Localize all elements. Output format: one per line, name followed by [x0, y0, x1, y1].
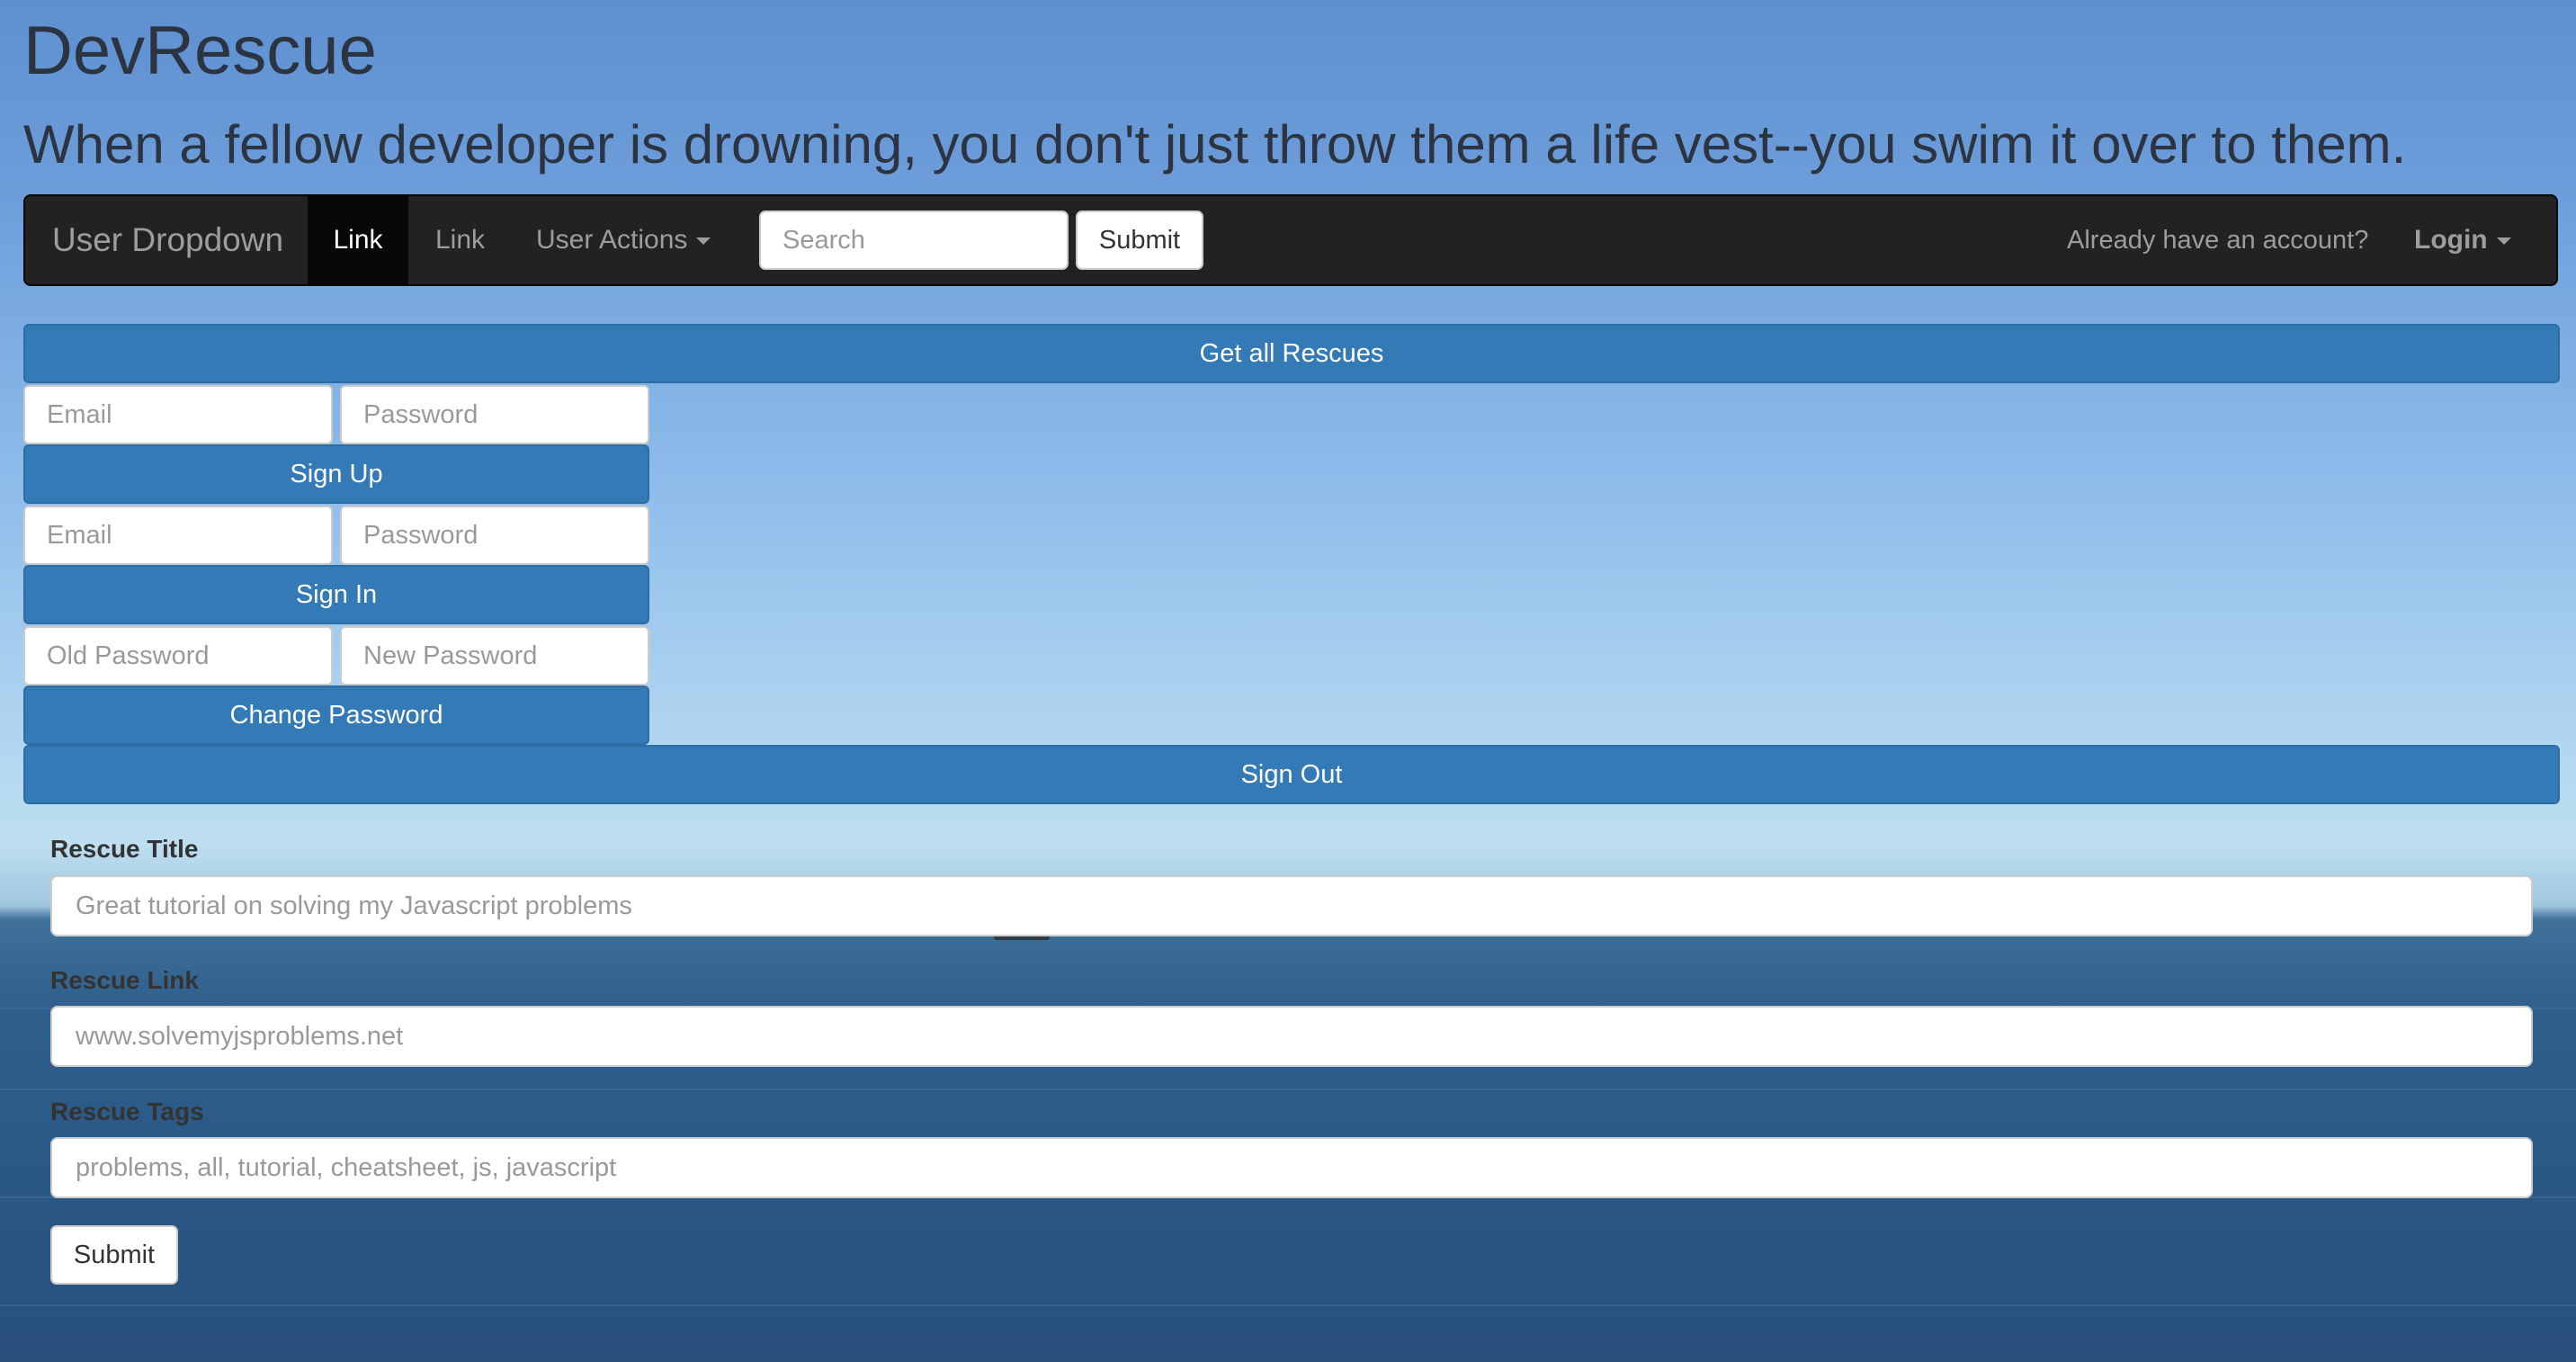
sign-in-password-field[interactable]	[340, 506, 649, 565]
sign-out-button[interactable]: Sign Out	[23, 745, 2560, 804]
user-actions-label: User Actions	[536, 225, 688, 255]
new-password-field[interactable]	[340, 626, 649, 685]
caret-down-icon	[696, 237, 711, 246]
search-submit-button[interactable]: Submit	[1076, 211, 1203, 270]
sign-up-email-field[interactable]	[23, 385, 333, 444]
sign-up-button[interactable]: Sign Up	[23, 444, 649, 504]
navbar: User Dropdown Link Link User Actions Sub…	[23, 194, 2558, 286]
site-title: DevRescue	[23, 13, 377, 89]
login-label: Login	[2414, 225, 2488, 255]
navbar-brand[interactable]: User Dropdown	[52, 196, 283, 284]
rescue-title-field[interactable]	[50, 875, 2533, 936]
sign-up-password-field[interactable]	[340, 385, 649, 444]
old-password-field[interactable]	[23, 626, 333, 685]
site-tagline: When a fellow developer is drowning, you…	[23, 114, 2407, 175]
rescue-tags-field[interactable]	[50, 1137, 2533, 1198]
background-wave	[0, 1304, 2576, 1306]
login-dropdown[interactable]: Login	[2414, 196, 2511, 284]
search-input[interactable]	[759, 211, 1069, 270]
background-wave	[0, 1089, 2576, 1090]
sign-in-button[interactable]: Sign In	[23, 565, 649, 624]
sign-in-email-field[interactable]	[23, 506, 333, 565]
rescue-title-label: Rescue Title	[50, 835, 199, 863]
rescue-tags-label: Rescue Tags	[50, 1098, 204, 1125]
change-password-button[interactable]: Change Password	[23, 685, 649, 745]
caret-down-icon	[2496, 237, 2511, 246]
user-actions-dropdown[interactable]: User Actions	[536, 196, 711, 284]
rescue-link-label: Rescue Link	[50, 966, 199, 994]
nav-link-active[interactable]: Link	[308, 196, 408, 284]
get-all-rescues-button[interactable]: Get all Rescues	[23, 324, 2560, 383]
account-prompt: Already have an account?	[2067, 226, 2369, 255]
nav-link[interactable]: Link	[435, 196, 485, 284]
rescue-submit-button[interactable]: Submit	[50, 1225, 178, 1285]
rescue-link-field[interactable]	[50, 1006, 2533, 1067]
